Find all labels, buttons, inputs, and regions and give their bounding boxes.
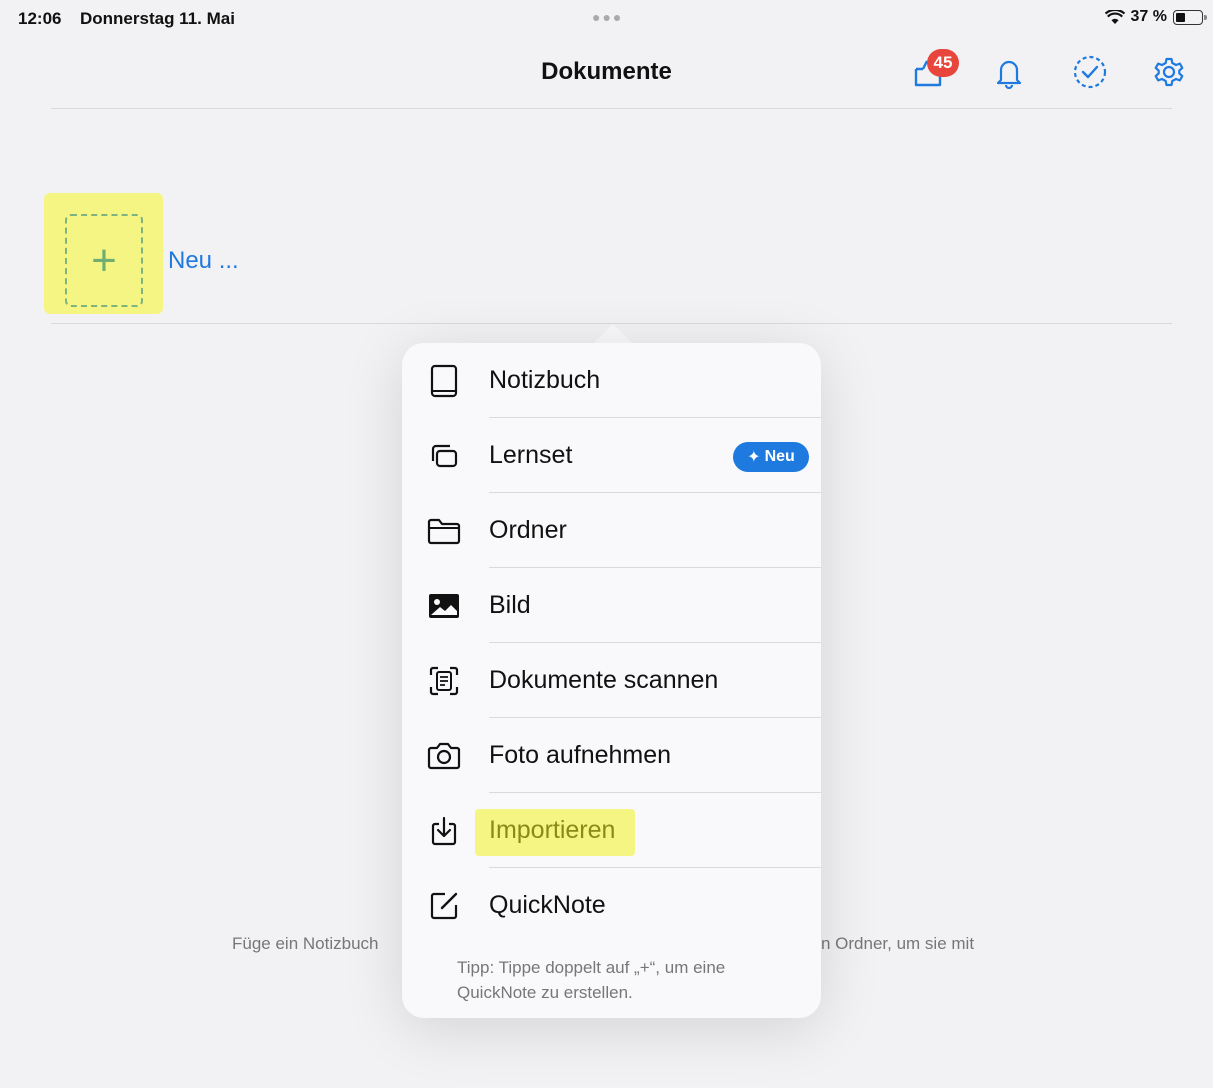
folder-icon — [424, 513, 464, 549]
menu-item-notizbuch[interactable]: Notizbuch — [402, 343, 821, 418]
tip-text: Tipp: Tippe doppelt auf „+“, um eine Qui… — [457, 958, 726, 1002]
menu-item-label: Importieren — [489, 816, 616, 844]
plus-icon: + — [91, 235, 117, 285]
scan-icon — [424, 663, 464, 699]
menu-item-foto-aufnehmen[interactable]: Foto aufnehmen — [402, 718, 821, 793]
menu-item-label: Lernset — [489, 441, 573, 469]
camera-icon — [424, 738, 464, 774]
menu-item-label: Ordner — [489, 516, 567, 544]
status-bar: 12:06 Donnerstag 11. Mai ●●● 37 % — [0, 0, 1213, 34]
status-date: Donnerstag 11. Mai — [80, 9, 235, 28]
dashed-check-icon[interactable] — [1070, 52, 1110, 92]
menu-item-label: Bild — [489, 591, 531, 619]
new-document-button[interactable]: + — [65, 214, 143, 307]
sparkle-icon: ✦ — [747, 449, 761, 466]
cards-icon — [424, 438, 464, 474]
menu-item-dokumente-scannen[interactable]: Dokumente scannen — [402, 643, 821, 718]
status-time: 12:06 — [18, 9, 62, 28]
menu-item-label: Foto aufnehmen — [489, 741, 672, 769]
menu-item-lernset[interactable]: Lernset ✦ Neu — [402, 418, 821, 493]
gear-icon[interactable] — [1149, 52, 1189, 92]
status-right: 37 % — [1104, 8, 1207, 26]
battery-percent: 37 % — [1130, 8, 1167, 25]
menu-item-bild[interactable]: Bild — [402, 568, 821, 643]
quicknote-icon — [424, 888, 464, 924]
wifi-icon — [1104, 9, 1125, 25]
import-icon — [424, 813, 464, 849]
empty-state-text-right: n Ordner, um sie mit — [821, 934, 975, 953]
multitasking-dots-icon[interactable]: ●●● — [592, 9, 623, 25]
empty-state-text-left: Füge ein Notizbuch — [232, 934, 379, 953]
menu-item-label: Dokumente scannen — [489, 666, 719, 694]
menu-item-label: Notizbuch — [489, 366, 601, 394]
menu-item-importieren[interactable]: Importieren — [402, 793, 821, 868]
page-title: Dokumente — [541, 58, 672, 85]
nav-divider — [51, 108, 1172, 109]
menu-item-label: QuickNote — [489, 891, 606, 919]
menu-item-ordner[interactable]: Ordner — [402, 493, 821, 568]
inbox-badge: 45 — [927, 49, 959, 77]
image-icon — [424, 588, 464, 624]
new-badge: ✦ Neu — [733, 442, 809, 472]
new-menu-popover: Notizbuch Lernset ✦ Neu Ordner Bild Doku… — [402, 343, 821, 1018]
battery-fill — [1176, 12, 1185, 22]
notebook-icon — [424, 363, 464, 399]
menu-item-quicknote[interactable]: QuickNote — [402, 868, 821, 943]
new-document-label[interactable]: Neu ... — [168, 247, 239, 275]
battery-icon — [1173, 9, 1207, 25]
bell-icon[interactable] — [989, 52, 1029, 92]
